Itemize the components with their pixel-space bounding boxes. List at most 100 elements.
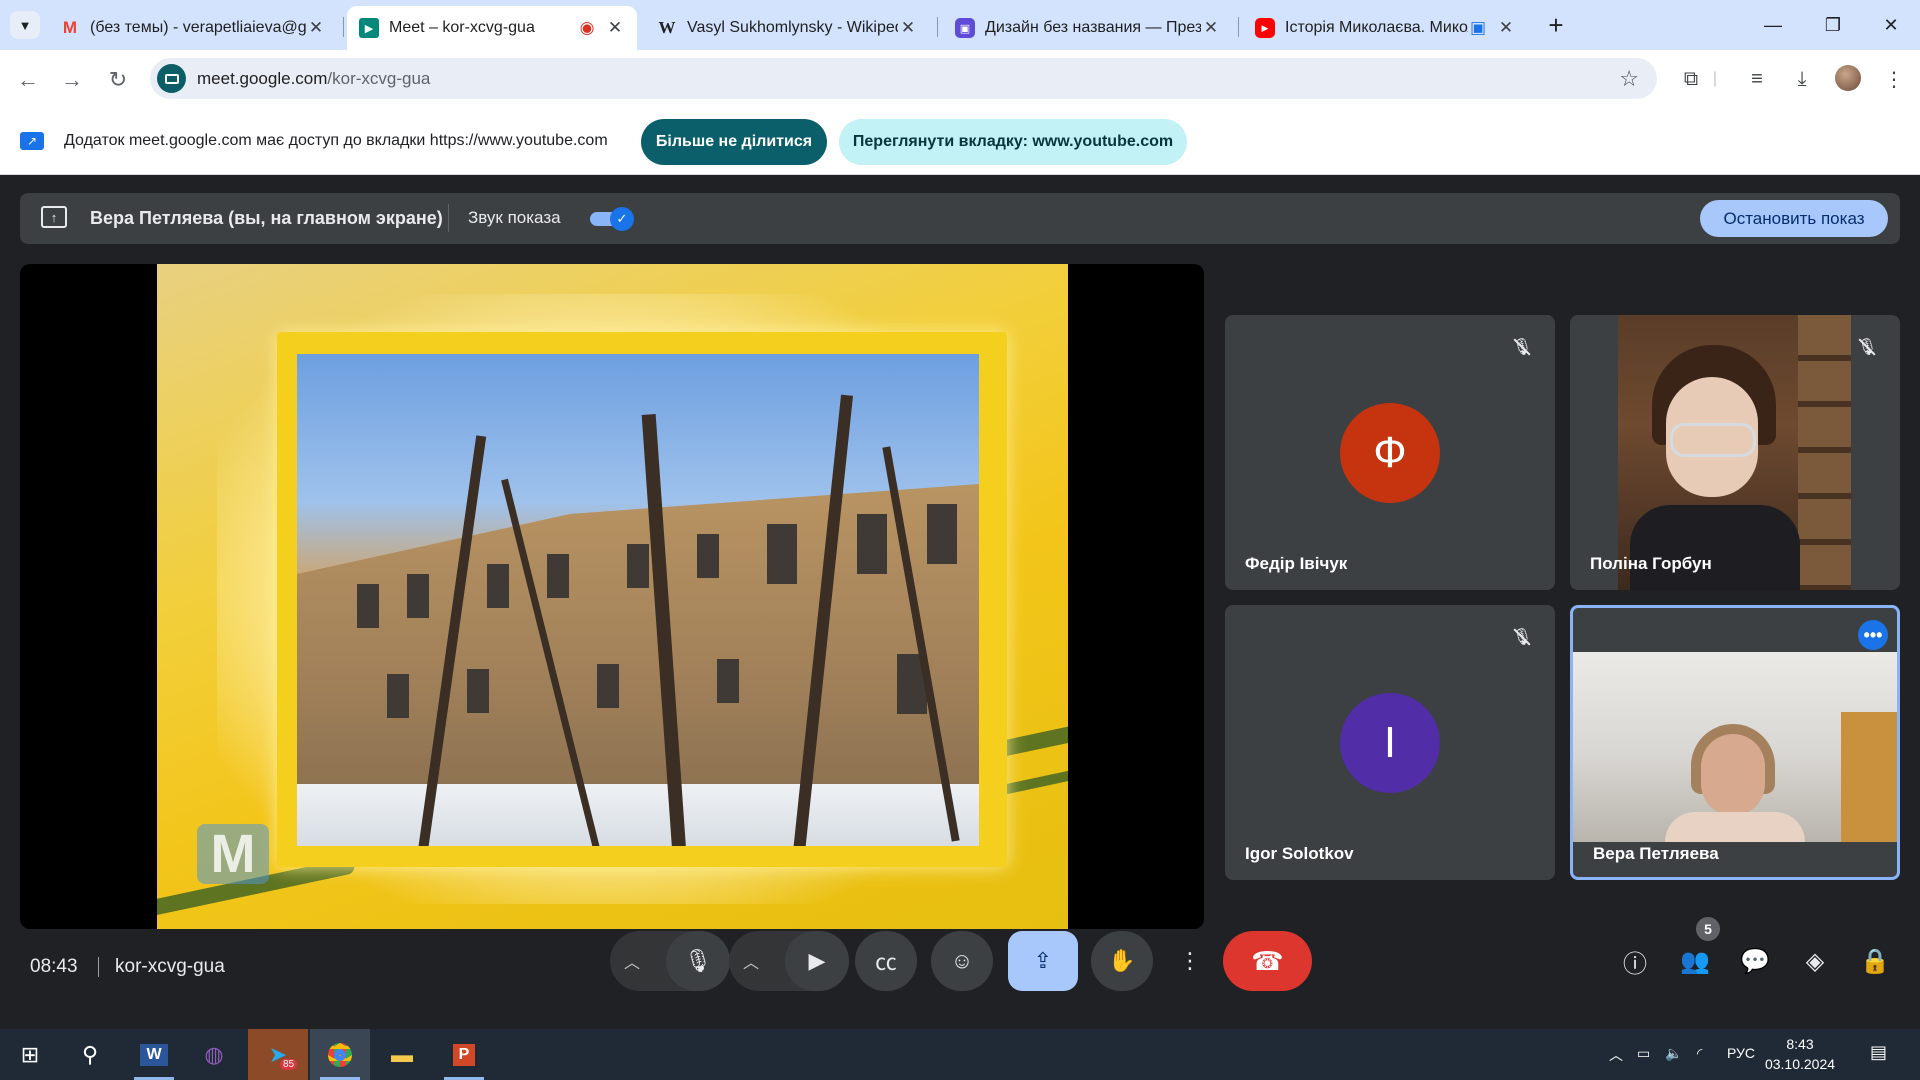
- powerpoint-icon[interactable]: P: [434, 1029, 494, 1080]
- raise-hand-icon[interactable]: ✋: [1091, 931, 1153, 991]
- downloads-icon[interactable]: ⤓: [1784, 63, 1820, 95]
- media-controls-icon[interactable]: ≡: [1739, 63, 1775, 95]
- tab-title: Meet – kor-xcvg-gua: [389, 19, 535, 36]
- viber-icon[interactable]: ◍: [184, 1029, 244, 1080]
- telegram-icon[interactable]: ➤ 85: [248, 1029, 308, 1080]
- participant-tile[interactable]: 🎙 Поліна Горбун: [1570, 315, 1900, 590]
- window: [857, 514, 887, 574]
- word-icon[interactable]: W: [124, 1029, 184, 1080]
- wifi-icon[interactable]: ◜: [1697, 1045, 1702, 1062]
- participant-tile[interactable]: 🎙 I Igor Solotkov: [1225, 605, 1555, 880]
- minimize-window-icon[interactable]: —: [1748, 8, 1798, 42]
- audio-settings-chevron-icon[interactable]: ︿: [624, 949, 640, 973]
- extensions-icon[interactable]: ⧉: [1673, 63, 1709, 95]
- host-controls-icon[interactable]: 🔒: [1855, 941, 1895, 981]
- back-icon[interactable]: ←: [12, 64, 44, 96]
- reload-icon[interactable]: ↻: [102, 64, 134, 96]
- file-explorer-icon[interactable]: ▬: [372, 1029, 432, 1080]
- forward-icon[interactable]: →: [56, 64, 88, 96]
- shared-slide: M: [157, 264, 1068, 929]
- tab-title: Історія Миколаєва. Микол: [1285, 19, 1468, 36]
- clock-time: 8:43: [1786, 1036, 1814, 1052]
- stop-presenting-button[interactable]: Остановить показ: [1700, 200, 1888, 237]
- restore-window-icon[interactable]: ❐: [1808, 8, 1858, 42]
- camera-icon[interactable]: ▶: [785, 931, 849, 991]
- close-tab-icon[interactable]: ✕: [1201, 18, 1221, 38]
- self-video: [1573, 652, 1897, 842]
- presenter-label: Вера Петляева (вы, на главном экране): [90, 208, 443, 228]
- browser-menu-icon[interactable]: ⋮: [1876, 63, 1912, 95]
- window: [927, 504, 957, 564]
- meeting-controls: 08:43 kor-xcvg-gua ︿ 🎙 ︿ ▶ ㏄ ☺ ⇪ ✋ ⋮ ☎ ⓘ…: [0, 915, 1920, 1015]
- people-icon[interactable]: 👥: [1675, 941, 1715, 981]
- stop-sharing-button[interactable]: Більше не ділитися: [641, 119, 827, 165]
- tab-meet[interactable]: ▶ Meet – kor-xcvg-gua ◉ ✕: [347, 6, 637, 50]
- close-tab-icon[interactable]: ✕: [1496, 18, 1516, 38]
- window: [467, 669, 489, 713]
- present-now-icon[interactable]: ⇪: [1008, 931, 1078, 991]
- tab-gmail[interactable]: M (без темы) - verapetliaieva@gn ✕: [48, 6, 338, 50]
- tab-wikipedia[interactable]: W Vasyl Sukhomlynsky - Wikipedi ✕: [645, 6, 930, 50]
- participant-name: Igor Solotkov: [1245, 844, 1354, 863]
- bookmark-star-icon[interactable]: ☆: [1619, 66, 1639, 92]
- close-tab-icon[interactable]: ✕: [306, 18, 326, 38]
- chat-icon[interactable]: 💬: [1735, 941, 1775, 981]
- video-settings-chevron-icon[interactable]: ︿: [743, 949, 759, 973]
- canva-icon: ▣: [955, 18, 975, 38]
- participant-tile[interactable]: 🎙 Ф Федір Івічук: [1225, 315, 1555, 590]
- window: [767, 524, 797, 584]
- browser-tab-strip: ▼ M (без темы) - verapetliaieva@gn ✕ ▶ M…: [0, 0, 1920, 50]
- clock-date: 03.10.2024: [1764, 1056, 1836, 1072]
- self-tile[interactable]: ••• Вера Петляева: [1570, 605, 1900, 880]
- tab-title: (без темы) - verapetliaieva@gn: [90, 19, 306, 36]
- captions-icon[interactable]: ㏄: [855, 931, 917, 991]
- snow-ground: [297, 784, 979, 846]
- participant-video: [1618, 315, 1851, 590]
- close-tab-icon[interactable]: ✕: [605, 18, 625, 38]
- tab-youtube[interactable]: ▶ Історія Миколаєва. Микол ▣ ✕: [1243, 6, 1528, 50]
- tab-canva[interactable]: ▣ Дизайн без названия — Презе ✕: [943, 6, 1233, 50]
- door: [1841, 712, 1897, 842]
- tab-sharing-infobar: ↗ Додаток meet.google.com має доступ до …: [0, 107, 1920, 175]
- meet-call: ↑ Вера Петляева (вы, на главном экране) …: [0, 175, 1920, 1029]
- window: [387, 674, 409, 718]
- site-info-icon[interactable]: [157, 64, 186, 93]
- notifications-icon[interactable]: ▤: [1870, 1042, 1887, 1063]
- divider: [98, 957, 99, 977]
- mic-off-icon: 🎙: [1852, 332, 1882, 362]
- new-tab-button[interactable]: +: [1531, 8, 1581, 42]
- tab-separator: [937, 17, 938, 37]
- presentation-stage: M ⇅: [20, 264, 1204, 929]
- activities-icon[interactable]: ◈: [1795, 941, 1835, 981]
- tray-overflow-chevron-icon[interactable]: ︿: [1609, 1045, 1623, 1065]
- chrome-icon[interactable]: [310, 1029, 370, 1080]
- glasses: [1670, 423, 1756, 457]
- more-options-icon[interactable]: •••: [1858, 620, 1888, 650]
- input-language[interactable]: РУС: [1727, 1045, 1755, 1061]
- body: [1630, 505, 1800, 590]
- divider: [448, 204, 449, 232]
- school-building-photo: [297, 354, 979, 846]
- battery-icon[interactable]: ▭: [1637, 1045, 1650, 1062]
- view-shared-tab-button[interactable]: Переглянути вкладку: www.youtube.com: [839, 119, 1187, 165]
- close-tab-icon[interactable]: ✕: [898, 18, 918, 38]
- share-audio-toggle[interactable]: ✓: [590, 207, 634, 231]
- system-clock[interactable]: 8:43 03.10.2024: [1762, 1034, 1838, 1074]
- tab-sharing-icon: ▣: [1469, 18, 1487, 37]
- participant-name: Поліна Горбун: [1590, 554, 1712, 573]
- telegram-unread-badge: 85: [280, 1059, 298, 1070]
- more-options-vertical-icon[interactable]: ⋮: [1167, 931, 1213, 991]
- leave-call-icon[interactable]: ☎: [1223, 931, 1312, 991]
- microphone-icon[interactable]: 🎙: [666, 931, 730, 991]
- address-bar[interactable]: meet.google.com/kor-xcvg-gua ☆: [150, 58, 1657, 99]
- volume-icon[interactable]: 🔈: [1665, 1045, 1682, 1062]
- gmail-icon: M: [62, 18, 78, 37]
- windows-taskbar: ⊞ ⚲ W ◍ ➤ 85 ▬ P ︿ ▭ 🔈 ◜ РУС 8:43 03.10.2…: [0, 1029, 1920, 1080]
- profile-avatar[interactable]: [1835, 65, 1861, 91]
- emoji-reactions-icon[interactable]: ☺: [931, 931, 993, 991]
- meeting-info-icon[interactable]: ⓘ: [1615, 941, 1655, 981]
- search-icon[interactable]: ⚲: [60, 1029, 120, 1080]
- tab-search-chevron-icon[interactable]: ▼: [10, 11, 40, 39]
- close-window-icon[interactable]: ✕: [1866, 8, 1916, 42]
- windows-start-icon[interactable]: ⊞: [0, 1029, 60, 1080]
